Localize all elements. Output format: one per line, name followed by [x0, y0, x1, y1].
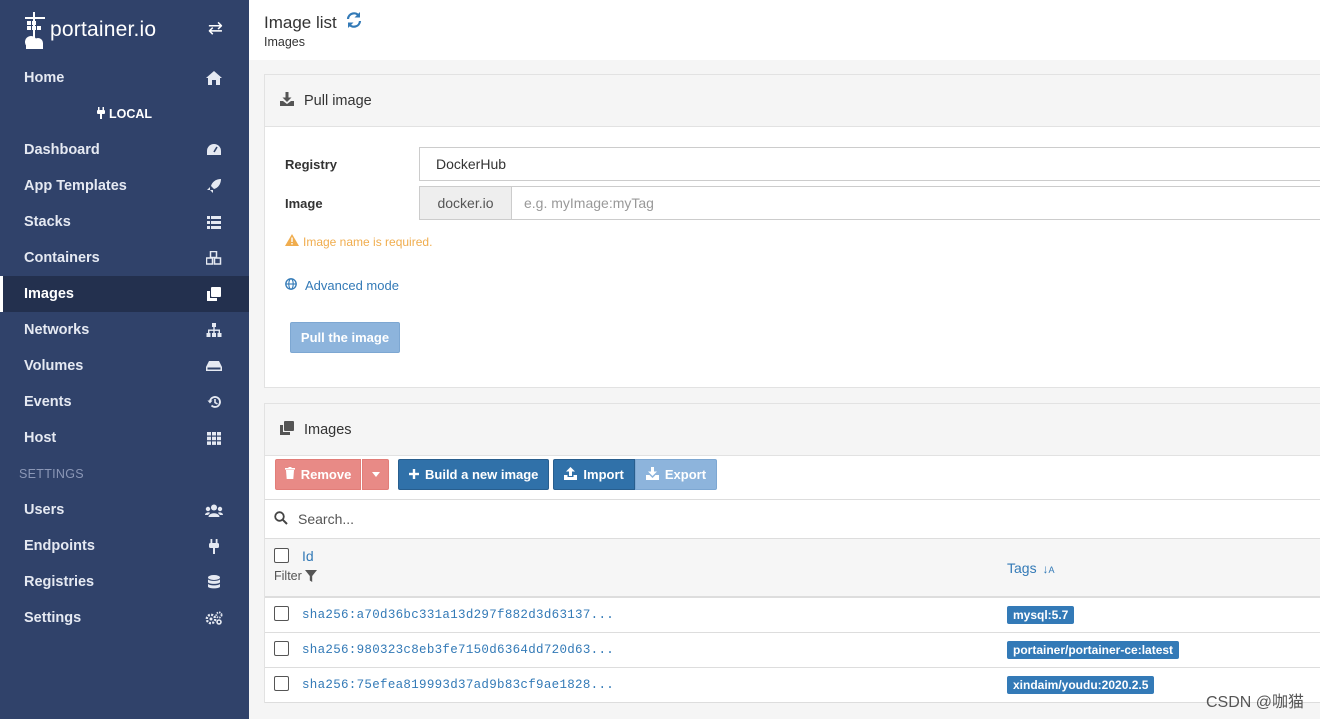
- registry-select[interactable]: DockerHub: [419, 147, 1320, 181]
- globe-icon: [285, 278, 297, 293]
- logo-text: portainer.io: [50, 18, 157, 41]
- sidebar-item-users[interactable]: Users: [0, 492, 249, 528]
- image-row: Image docker.io: [285, 186, 1320, 220]
- image-required-warning: Image name is required.: [285, 234, 432, 249]
- portainer-logo-icon: [22, 12, 48, 49]
- registry-row: Registry DockerHub: [285, 147, 1320, 181]
- sidebar-item-images[interactable]: Images: [0, 276, 249, 312]
- tags-column-header[interactable]: Tags ↓A: [1001, 539, 1320, 597]
- refresh-icon[interactable]: [345, 11, 363, 35]
- row-checkbox[interactable]: [274, 605, 289, 621]
- sidebar-item-registries[interactable]: Registries: [0, 564, 249, 600]
- id-column-header: Id Filter: [274, 539, 1001, 597]
- list-icon: [205, 214, 223, 230]
- sidebar-item-events[interactable]: Events: [0, 384, 249, 420]
- image-label: Image: [285, 195, 323, 211]
- sidebar-item-home[interactable]: Home: [0, 60, 249, 96]
- search-bar: [265, 499, 1320, 539]
- image-tag-badge: portainer/portainer-ce:latest: [1007, 640, 1180, 659]
- sitemap-icon: [205, 322, 223, 338]
- sidebar-item-label: Home: [24, 70, 65, 86]
- image-id-link[interactable]: sha256:a70d36bc331a13d297f882d3d63137...: [295, 597, 1001, 632]
- database-icon: [205, 574, 223, 590]
- plug-icon: [205, 538, 223, 554]
- sidebar-item-endpoints[interactable]: Endpoints: [0, 528, 249, 564]
- row-checkbox[interactable]: [274, 640, 289, 656]
- row-checkbox[interactable]: [274, 675, 289, 691]
- images-toolbar: Remove Build a new image Import Export: [275, 459, 718, 490]
- cogs-icon: [205, 610, 223, 626]
- page-header: Image list Images: [249, 0, 1320, 60]
- image-id-link[interactable]: sha256:75efea819993d37ad9b83cf9ae1828...: [295, 667, 1001, 702]
- brand[interactable]: portainer.io ⇄: [0, 0, 249, 60]
- import-button[interactable]: Import: [553, 459, 635, 490]
- download-icon: [645, 466, 659, 483]
- breadcrumb: Images: [264, 35, 305, 49]
- registry-label: Registry: [285, 156, 338, 172]
- filter-control[interactable]: Filter: [274, 569, 317, 583]
- search-icon: [274, 510, 288, 528]
- pull-image-button[interactable]: Pull the image: [290, 322, 400, 353]
- registry-prefix: docker.io: [419, 186, 511, 220]
- select-all-cell: [265, 539, 295, 597]
- filter-icon: [304, 570, 317, 582]
- advanced-mode-link[interactable]: Advanced mode: [285, 278, 399, 293]
- table-row: sha256:980323c8eb3fe7150d6364dd720d63...…: [265, 632, 1320, 667]
- endpoint-label: LOCAL: [0, 96, 249, 132]
- table-header-row: Id Filter Tags ↓A: [265, 539, 1320, 597]
- page-title: Image list: [264, 11, 363, 35]
- sidebar-item-dashboard[interactable]: Dashboard: [0, 132, 249, 168]
- th-icon: [205, 430, 223, 446]
- plus-icon: [409, 467, 419, 482]
- rocket-icon: [205, 178, 223, 194]
- sidebar-item-stacks[interactable]: Stacks: [0, 204, 249, 240]
- images-panel: Images Remove Build a new image Import E…: [264, 403, 1320, 703]
- export-button[interactable]: Export: [634, 459, 718, 490]
- sidebar-item-volumes[interactable]: Volumes: [0, 348, 249, 384]
- tachometer-icon: [205, 142, 223, 158]
- cubes-icon: [205, 250, 223, 266]
- clone-icon: [205, 286, 223, 302]
- home-icon: [205, 70, 223, 86]
- image-name-input[interactable]: [511, 186, 1320, 220]
- plug-icon: [96, 106, 105, 122]
- images-table: Id Filter Tags ↓A sha256:a70d36bc331a13d…: [265, 539, 1320, 703]
- sidebar-item-host[interactable]: Host: [0, 420, 249, 456]
- pull-image-heading: Pull image: [265, 75, 1320, 127]
- id-sort-link[interactable]: Id: [302, 548, 314, 564]
- image-tag-badge: xindaim/youdu:2020.2.5: [1007, 675, 1155, 694]
- hdd-icon: [205, 358, 223, 374]
- sidebar-item-settings[interactable]: Settings: [0, 600, 249, 636]
- watermark-text: CSDN @咖猫: [1205, 694, 1304, 711]
- search-input[interactable]: [298, 511, 698, 527]
- remove-dropdown-caret[interactable]: [362, 459, 389, 490]
- clone-icon: [280, 420, 294, 439]
- settings-section-title: SETTINGS: [19, 467, 84, 481]
- select-all-checkbox[interactable]: [274, 548, 289, 563]
- caret-down-icon: [371, 472, 380, 477]
- image-tag-badge: mysql:5.7: [1007, 605, 1075, 624]
- remove-button[interactable]: Remove: [275, 459, 361, 490]
- warning-icon: [285, 234, 299, 249]
- users-icon: [205, 502, 223, 518]
- sidebar-item-app-templates[interactable]: App Templates: [0, 168, 249, 204]
- download-icon: [280, 91, 294, 110]
- table-row: sha256:75efea819993d37ad9b83cf9ae1828...…: [265, 667, 1320, 702]
- build-image-button[interactable]: Build a new image: [398, 459, 550, 490]
- upload-icon: [564, 466, 578, 483]
- exchange-icon[interactable]: ⇄: [208, 18, 223, 39]
- sort-alpha-icon: ↓A: [1042, 561, 1055, 576]
- sidebar: portainer.io ⇄ Home LOCAL Dashboard App …: [0, 0, 249, 719]
- image-input-group: docker.io: [419, 186, 1320, 220]
- image-id-link[interactable]: sha256:980323c8eb3fe7150d6364dd720d63...: [295, 632, 1001, 667]
- sidebar-item-networks[interactable]: Networks: [0, 312, 249, 348]
- table-row: sha256:a70d36bc331a13d297f882d3d63137...…: [265, 597, 1320, 632]
- pull-image-panel: Pull image Registry DockerHub Image dock…: [264, 74, 1320, 388]
- sidebar-item-containers[interactable]: Containers: [0, 240, 249, 276]
- trash-icon: [284, 467, 295, 482]
- images-heading: Images: [265, 404, 1320, 456]
- history-icon: [205, 394, 223, 410]
